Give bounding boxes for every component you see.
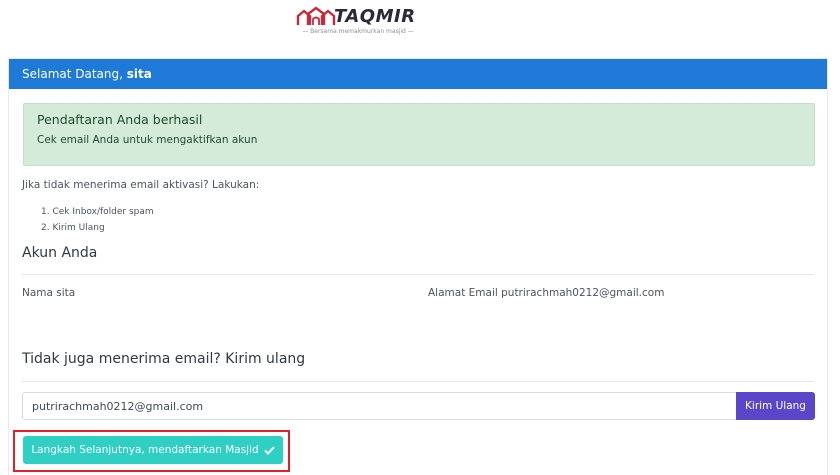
brand-tagline: — Bersama memakmurkan masjid — (302, 28, 414, 35)
instructions-steps: 1. Cek Inbox/folder spam 2. Kirim Ulang (41, 204, 154, 236)
account-email: Alamat Email putrirachmah0212@gmail.com (428, 287, 665, 299)
greeting-text: Selamat Datang, (22, 67, 123, 81)
username: sita (126, 67, 152, 81)
instructions-text: Jika tidak menerima email aktivasi? Laku… (22, 179, 260, 191)
account-section-title: Akun Anda (22, 245, 98, 261)
account-name: Nama sita (22, 287, 76, 299)
list-item: 1. Cek Inbox/folder spam (41, 207, 154, 217)
alert-message: Cek email Anda untuk mengaktifkan akun (37, 134, 258, 146)
list-item: 2. Kirim Ulang (41, 223, 105, 233)
mosque-icon (296, 6, 336, 25)
card-header: Selamat Datang, sita (9, 59, 827, 89)
registration-card: Selamat Datang, sita Pendaftaran Anda be… (8, 58, 828, 475)
divider (22, 274, 814, 275)
highlight-box (13, 430, 290, 472)
brand-logo: TAQMIR — Bersama memakmurkan masjid — (296, 4, 420, 38)
success-alert: Pendaftaran Anda berhasil Cek email Anda… (23, 103, 815, 166)
brand-name: TAQMIR (334, 6, 416, 27)
email-input[interactable] (22, 392, 737, 420)
divider (22, 381, 814, 382)
resend-button[interactable]: Kirim Ulang (736, 392, 815, 420)
alert-title: Pendaftaran Anda berhasil (37, 112, 203, 127)
resend-section-title: Tidak juga menerima email? Kirim ulang (22, 351, 306, 367)
